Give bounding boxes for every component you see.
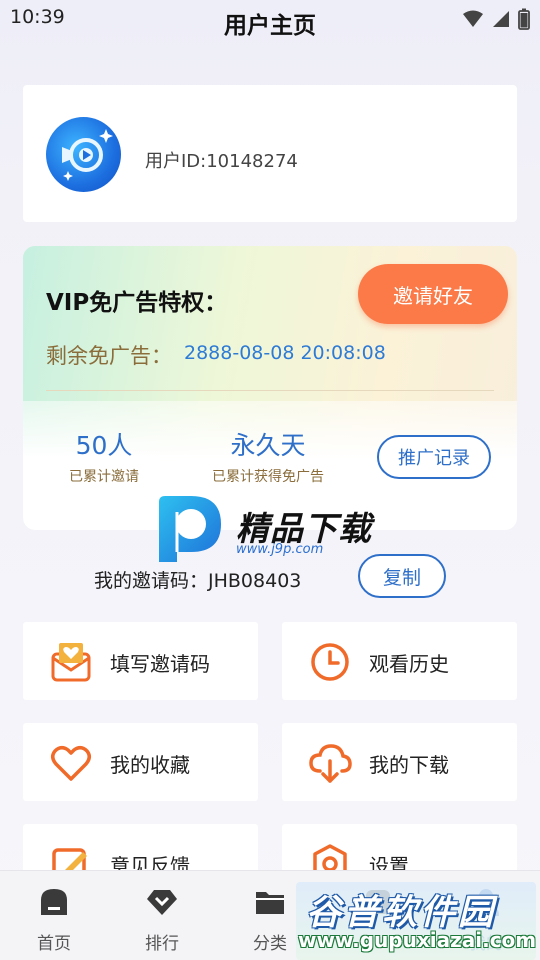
remain-label: 剩余免广告： xyxy=(46,344,172,368)
menu-label: 观看历史 xyxy=(369,652,449,676)
envelope-heart-icon xyxy=(51,643,91,682)
watermark-url: www.j9p.com xyxy=(236,542,324,557)
menu-label: 我的收藏 xyxy=(110,753,190,777)
heart-icon xyxy=(51,746,91,781)
stat-invited-value: 50人 xyxy=(75,431,133,460)
stat-adfree-value: 永久天 xyxy=(230,431,306,460)
page-title: 用户主页 xyxy=(224,13,316,39)
rank-icon xyxy=(147,890,177,915)
stat-invited-label: 已累计邀请 xyxy=(69,469,139,485)
nav-label: 首页 xyxy=(37,934,71,954)
promo-record-button[interactable]: 推广记录 xyxy=(377,435,491,479)
stat-invited: 50人 已累计邀请 xyxy=(46,426,162,486)
avatar[interactable] xyxy=(46,117,121,192)
cloud-download-icon xyxy=(309,744,352,783)
divider xyxy=(46,390,494,391)
clock-icon xyxy=(311,643,349,681)
stat-adfree: 永久天 已累计获得免广告 xyxy=(193,426,343,486)
stat-adfree-label: 已累计获得免广告 xyxy=(212,469,324,485)
vip-card: VIP免广告特权： 邀请好友 剩余免广告： 2888-08-08 20:08:0… xyxy=(23,246,517,530)
menu-watch-history[interactable]: 观看历史 xyxy=(282,622,517,700)
nav-rank[interactable]: 排行 xyxy=(108,871,216,960)
copy-button[interactable]: 复制 xyxy=(358,554,446,598)
menu-label: 填写邀请码 xyxy=(110,652,210,676)
menu-enter-invite-code[interactable]: 填写邀请码 xyxy=(23,622,258,700)
watermark-logo-icon xyxy=(159,496,221,562)
home-icon xyxy=(41,889,67,915)
video-logo-icon xyxy=(62,129,113,181)
profile-card[interactable]: 用户ID:10148274 xyxy=(23,85,517,222)
invite-code-text: 我的邀请码：JHB08403 xyxy=(94,570,302,592)
menu-label: 我的下载 xyxy=(369,753,449,777)
user-id: 用户ID:10148274 xyxy=(145,151,298,172)
menu-my-favorites[interactable]: 我的收藏 xyxy=(23,723,258,801)
vip-title: VIP免广告特权： xyxy=(46,290,228,316)
invite-friends-button[interactable]: 邀请好友 xyxy=(358,264,508,324)
watermark-site-url: www.gupuxiazai.com xyxy=(298,928,537,952)
remain-date: 2888-08-08 20:08:08 xyxy=(184,342,386,364)
nav-home[interactable]: 首页 xyxy=(0,871,108,960)
nav-label: 排行 xyxy=(145,934,179,954)
menu-my-downloads[interactable]: 我的下载 xyxy=(282,723,517,801)
folder-icon xyxy=(256,892,284,914)
